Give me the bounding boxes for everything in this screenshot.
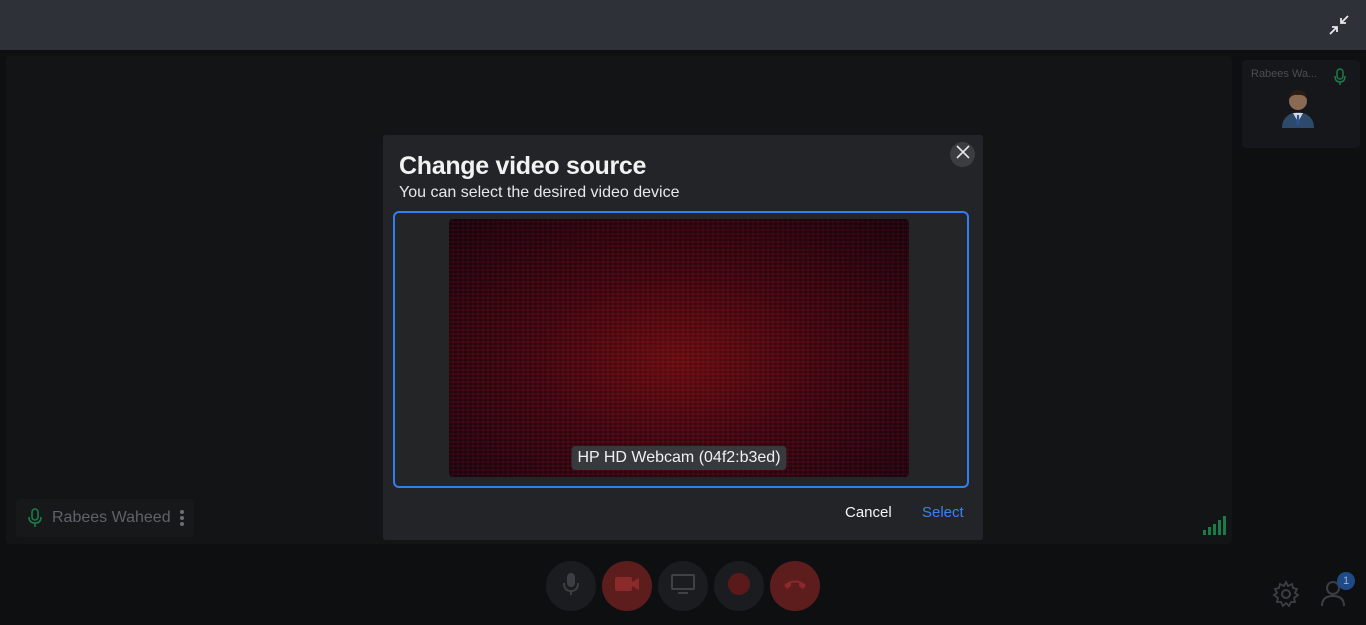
microphone-icon [26, 508, 44, 528]
close-button[interactable] [950, 142, 975, 167]
microphone-icon [562, 572, 580, 601]
avatar [1278, 84, 1318, 128]
record-button[interactable] [714, 561, 764, 611]
participant-name-tag: Rabees Waheed [16, 499, 194, 537]
connection-signal-icon [1202, 514, 1228, 536]
camera-preview: HP HD Webcam (04f2:b3ed) [449, 219, 909, 477]
top-bar [0, 0, 1366, 50]
dialog-subtitle: You can select the desired video device [399, 184, 680, 201]
device-label: HP HD Webcam (04f2:b3ed) [571, 446, 787, 470]
record-icon [727, 572, 751, 601]
cancel-button[interactable]: Cancel [845, 504, 892, 521]
exit-fullscreen-icon[interactable] [1328, 14, 1350, 36]
thumbnail-name: Rabees Wa... [1251, 68, 1318, 80]
camera-off-icon [614, 575, 640, 598]
change-video-source-dialog: Change video source You can select the d… [383, 135, 983, 540]
screen-share-button[interactable] [658, 561, 708, 611]
microphone-icon [1334, 68, 1346, 86]
camera-toggle-button[interactable] [602, 561, 652, 611]
hang-up-button[interactable] [770, 561, 820, 611]
video-device-option[interactable]: HP HD Webcam (04f2:b3ed) [393, 211, 969, 488]
dialog-title: Change video source [399, 152, 647, 180]
hang-up-icon [783, 577, 807, 596]
close-icon [955, 145, 970, 164]
screen-share-icon [671, 573, 695, 600]
more-options-icon[interactable] [179, 509, 185, 527]
participant-name: Rabees Waheed [52, 509, 171, 526]
microphone-button[interactable] [546, 561, 596, 611]
select-button[interactable]: Select [922, 504, 964, 521]
participants-count-badge: 1 [1337, 572, 1355, 590]
gear-icon[interactable] [1272, 579, 1300, 608]
self-view-thumbnail[interactable]: Rabees Wa... [1242, 60, 1360, 148]
